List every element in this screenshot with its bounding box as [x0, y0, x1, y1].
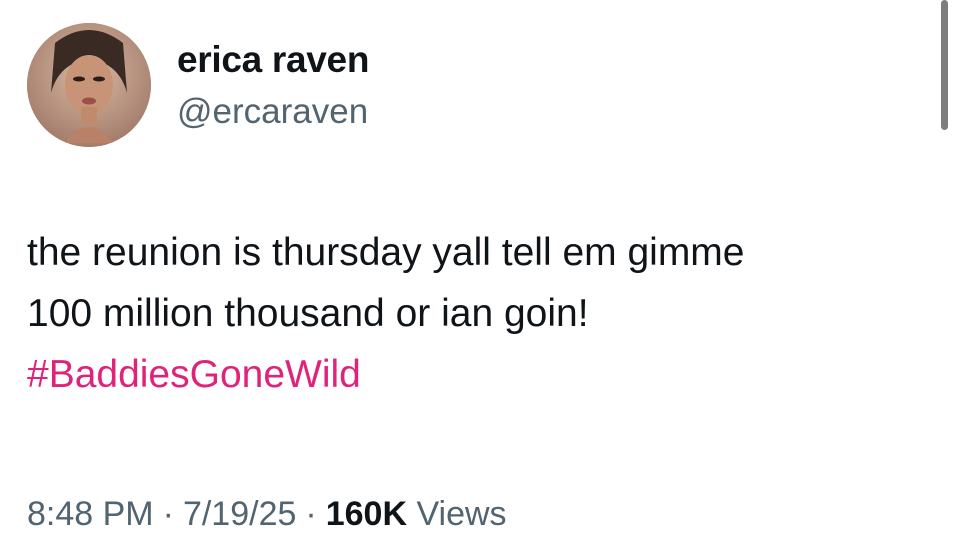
views-count: 160K [325, 495, 408, 533]
tweet-text: the reunion is thursday yall tell em gim… [27, 222, 927, 405]
views-label: Views [416, 495, 507, 533]
tweet-date[interactable]: 7/19/25 [183, 495, 296, 533]
tweet-line-2: 100 million thousand or ian goin! [27, 292, 589, 335]
separator-dot: · [305, 495, 317, 533]
hashtag-link[interactable]: #BaddiesGoneWild [27, 344, 927, 405]
tweet-line-1: the reunion is thursday yall tell em gim… [27, 231, 745, 274]
tweet-meta: 8:48 PM · 7/19/25 · 160K Views [27, 492, 507, 536]
user-handle[interactable]: @ercaraven [177, 91, 368, 133]
display-name[interactable]: erica raven [177, 38, 369, 82]
profile-photo-icon [27, 23, 151, 147]
tweet-time[interactable]: 8:48 PM [27, 495, 154, 533]
avatar[interactable] [27, 23, 151, 147]
separator-dot: · [162, 495, 174, 533]
scrollbar[interactable] [941, 0, 948, 130]
